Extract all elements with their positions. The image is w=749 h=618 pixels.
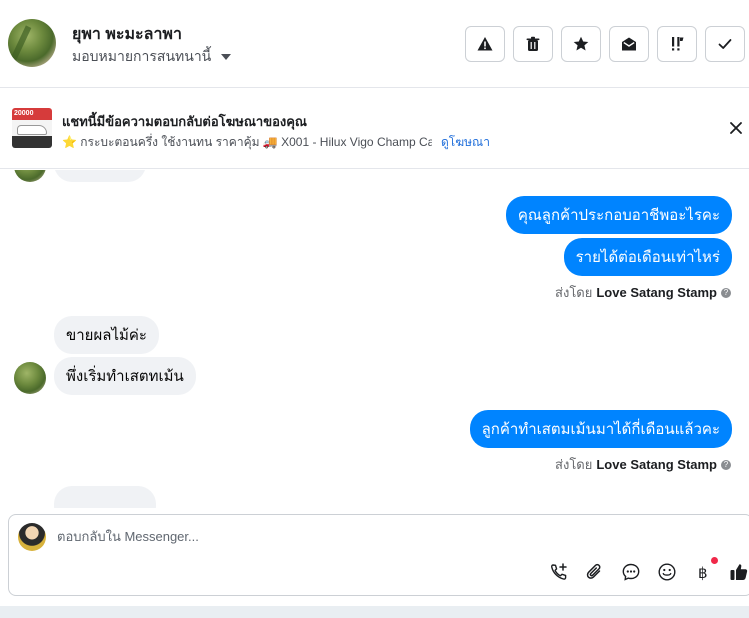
call-add-icon [551,563,567,580]
notification-dot [711,557,718,564]
paperclip-icon [586,563,601,579]
caret-down-icon [221,54,232,60]
mark-unread-button[interactable] [609,26,649,62]
message-bubble-incoming: ขายผลไม้ค่ะ [54,316,159,354]
star-icon [573,36,589,51]
assign-conversation-dropdown[interactable]: มอบหมายการสนทนานี้ [72,46,232,68]
mark-spam-button[interactable] [465,26,505,62]
saved-reply-button[interactable] [620,561,642,583]
info-icon[interactable]: ? [721,287,731,298]
payment-button[interactable]: ฿ [692,557,718,583]
emoji-icon [658,563,676,581]
sent-by-prefix: ส่งโดย [555,457,593,472]
conversation-header: ยุพา พะมะลาพา มอบหมายการสนทนานี้ [0,0,749,88]
warning-icon [477,37,493,51]
star-button[interactable] [561,26,601,62]
trash-icon [526,36,540,51]
message-bubble-incoming-partial [54,486,156,508]
svg-text:฿: ฿ [698,564,708,582]
sent-by-name: Love Satang Stamp [596,457,717,472]
ad-banner-subtitle: ⭐ กระบะตอนครึ่ง ใช้งานทน ราคาคุ้ม 🚚 X001… [62,135,432,149]
message-bubble-outgoing: รายได้ต่อเดือนเท่าไหร่ [563,238,732,276]
ad-reply-banner: 20000 แชทนี้มีข้อความตอบกลับต่อโฆษณาของค… [0,89,749,169]
reply-composer: ฿ [8,514,749,596]
ad-thumbnail[interactable]: 20000 [12,108,52,148]
view-ad-link[interactable]: ดูโฆษณา [441,133,490,152]
call-add-button[interactable] [548,561,570,583]
reply-input[interactable] [57,529,657,544]
bottom-panel-edge [0,606,749,618]
contact-avatar-small [14,362,46,394]
follow-up-icon [672,37,684,51]
contact-avatar[interactable] [8,19,56,67]
follow-up-button[interactable] [657,26,697,62]
info-icon[interactable]: ? [721,459,731,470]
baht-payment-icon: ฿ [698,564,708,582]
message-bubble-outgoing: ลูกค้าทำเสตมเม้นมาได้กี่เดือนแล้วคะ [469,410,732,448]
delete-button[interactable] [513,26,553,62]
message-bubble-outgoing: คุณลูกค้าประกอบอาชีพอะไรคะ [505,196,732,234]
ad-thumbnail-price: 20000 [14,110,34,117]
emoji-button[interactable] [656,561,678,583]
contact-name[interactable]: ยุพา พะมะลาพา [72,22,182,47]
assign-label: มอบหมายการสนทนานี้ [72,48,212,64]
car-image [17,125,47,135]
message-bubble-incoming: พึ่งเริ่มทำเสตทเม้น [54,357,196,395]
sent-by-label: ส่งโดย Love Satang Stamp ? [555,282,731,303]
sent-by-prefix: ส่งโดย [555,285,593,300]
close-icon[interactable] [727,119,745,137]
sent-by-name: Love Satang Stamp [596,285,717,300]
sent-by-label: ส่งโดย Love Satang Stamp ? [555,454,731,475]
composer-actions: ฿ [548,557,749,583]
page-avatar [18,523,46,551]
like-button[interactable] [728,561,749,583]
checkmark-icon [718,39,732,49]
saved-reply-icon [622,563,640,581]
envelope-open-icon [622,37,636,51]
conversation-toolbar [465,26,745,62]
mark-done-button[interactable] [705,26,745,62]
ad-banner-title: แชทนี้มีข้อความตอบกลับต่อโฆษณาของคุณ [62,114,307,129]
message-bubble-incoming-partial [54,170,146,182]
attach-button[interactable] [584,561,606,583]
contact-avatar-small [14,170,46,182]
message-thread[interactable]: คุณลูกค้าประกอบอาชีพอะไรคะ รายได้ต่อเดือ… [0,170,749,508]
thumbs-up-icon [730,564,748,580]
